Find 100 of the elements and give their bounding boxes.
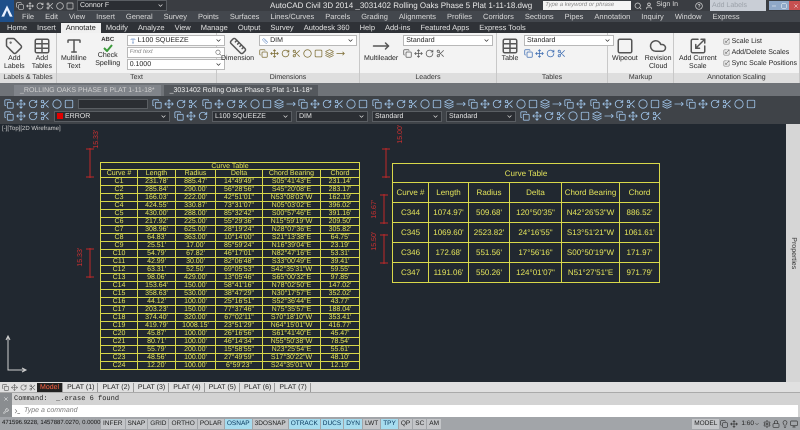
copy-icon[interactable] xyxy=(174,111,184,121)
circle-icon[interactable] xyxy=(52,98,62,108)
circle-icon[interactable] xyxy=(638,98,648,108)
rotate-icon[interactable] xyxy=(20,384,27,390)
copy-icon[interactable] xyxy=(4,111,14,121)
rotate-icon[interactable] xyxy=(176,98,186,108)
copy-icon[interactable] xyxy=(202,98,212,108)
scissors-icon[interactable] xyxy=(46,2,54,10)
copy-icon[interactable] xyxy=(259,49,268,58)
move-icon[interactable] xyxy=(11,384,18,390)
move-icon[interactable] xyxy=(16,111,26,121)
maximize-button[interactable] xyxy=(779,1,790,10)
copy-icon[interactable] xyxy=(524,49,533,58)
monitor-icon[interactable] xyxy=(790,420,798,428)
rotate-icon[interactable] xyxy=(425,49,434,58)
layers-icon[interactable] xyxy=(540,98,550,108)
move-icon[interactable] xyxy=(698,98,708,108)
copy-icon[interactable] xyxy=(468,98,478,108)
copy-icon[interactable] xyxy=(686,98,696,108)
rotate-icon[interactable] xyxy=(396,98,406,108)
copy-icon[interactable] xyxy=(2,384,9,390)
rotate-icon[interactable] xyxy=(640,111,650,121)
rotate-icon[interactable] xyxy=(614,98,624,108)
layers-icon[interactable] xyxy=(274,98,284,108)
copy-icon[interactable] xyxy=(590,98,600,108)
rotate-icon[interactable] xyxy=(710,98,720,108)
square-icon[interactable] xyxy=(64,98,74,108)
scissors-icon[interactable] xyxy=(188,98,198,108)
move-icon[interactable] xyxy=(26,2,34,10)
scissors-icon[interactable] xyxy=(556,111,566,121)
circle-icon[interactable] xyxy=(250,98,260,108)
square-icon[interactable] xyxy=(528,98,538,108)
square-icon[interactable] xyxy=(432,98,442,108)
layer-field[interactable] xyxy=(78,98,148,108)
move-icon[interactable] xyxy=(414,49,424,58)
scissors-icon[interactable] xyxy=(408,98,418,108)
layers-icon[interactable] xyxy=(444,98,454,108)
move-icon[interactable] xyxy=(532,111,542,121)
move-icon[interactable] xyxy=(270,49,280,58)
layers-icon[interactable] xyxy=(325,49,334,58)
rotate-icon[interactable] xyxy=(28,111,38,121)
rotate-icon[interactable] xyxy=(546,49,555,58)
move-icon[interactable] xyxy=(480,98,490,108)
scissors-icon[interactable] xyxy=(652,111,662,121)
arrow-icon[interactable] xyxy=(604,111,614,121)
scissors-icon[interactable] xyxy=(504,98,514,108)
square-icon[interactable] xyxy=(746,98,756,108)
rotate-icon[interactable] xyxy=(281,49,290,58)
copy-icon[interactable] xyxy=(152,98,162,108)
move-icon[interactable] xyxy=(186,111,196,121)
copy-icon[interactable] xyxy=(403,49,412,58)
rotate-icon[interactable] xyxy=(544,111,554,121)
move-icon[interactable] xyxy=(535,49,544,58)
circle-icon[interactable] xyxy=(346,98,356,108)
scissors-icon[interactable] xyxy=(40,98,50,108)
copy-icon[interactable] xyxy=(616,111,626,121)
square-icon[interactable] xyxy=(650,98,660,108)
move-icon[interactable] xyxy=(164,98,174,108)
close-icon[interactable] xyxy=(3,396,9,402)
scissors-icon[interactable] xyxy=(292,49,302,58)
copy-icon[interactable] xyxy=(16,2,24,10)
copy-icon[interactable] xyxy=(4,98,14,108)
application-menu-button[interactable] xyxy=(0,0,14,22)
circle-icon[interactable] xyxy=(303,49,312,58)
wrench-icon[interactable] xyxy=(3,408,9,414)
close-button[interactable] xyxy=(789,1,800,10)
rotate-icon[interactable] xyxy=(198,111,208,121)
square-icon[interactable] xyxy=(358,98,368,108)
scissors-icon[interactable] xyxy=(40,111,50,121)
scissors-icon[interactable] xyxy=(436,49,446,58)
lock-icon[interactable] xyxy=(772,420,780,428)
scissors-icon[interactable] xyxy=(722,98,732,108)
layers-icon[interactable] xyxy=(662,98,672,108)
rotate-icon[interactable] xyxy=(492,98,502,108)
settings-icon[interactable] xyxy=(763,420,771,428)
move-icon[interactable] xyxy=(16,98,26,108)
circle-icon[interactable] xyxy=(420,98,430,108)
find-icon[interactable] xyxy=(215,49,222,56)
rotate-icon[interactable] xyxy=(226,98,236,108)
rotate-icon[interactable] xyxy=(322,98,332,108)
scissors-icon[interactable] xyxy=(238,98,248,108)
square-icon[interactable] xyxy=(262,98,272,108)
move-icon[interactable] xyxy=(384,98,394,108)
move-icon[interactable] xyxy=(576,98,586,108)
scissors-icon[interactable] xyxy=(334,98,344,108)
bulb-icon[interactable] xyxy=(781,420,789,428)
copy-icon[interactable] xyxy=(298,98,308,108)
copy-icon[interactable] xyxy=(520,111,530,121)
move-icon[interactable] xyxy=(628,111,638,121)
move-icon[interactable] xyxy=(214,98,224,108)
help-icon[interactable] xyxy=(695,2,704,10)
square-icon[interactable] xyxy=(580,111,590,121)
copy-icon[interactable] xyxy=(564,98,574,108)
rotate-icon[interactable] xyxy=(28,98,38,108)
arrow-icon[interactable] xyxy=(336,49,346,58)
move-icon[interactable] xyxy=(602,98,612,108)
scissors-icon[interactable] xyxy=(29,384,36,390)
layers-icon[interactable] xyxy=(592,111,602,121)
scissors-icon[interactable] xyxy=(626,98,636,108)
scissors-icon[interactable] xyxy=(557,49,566,58)
